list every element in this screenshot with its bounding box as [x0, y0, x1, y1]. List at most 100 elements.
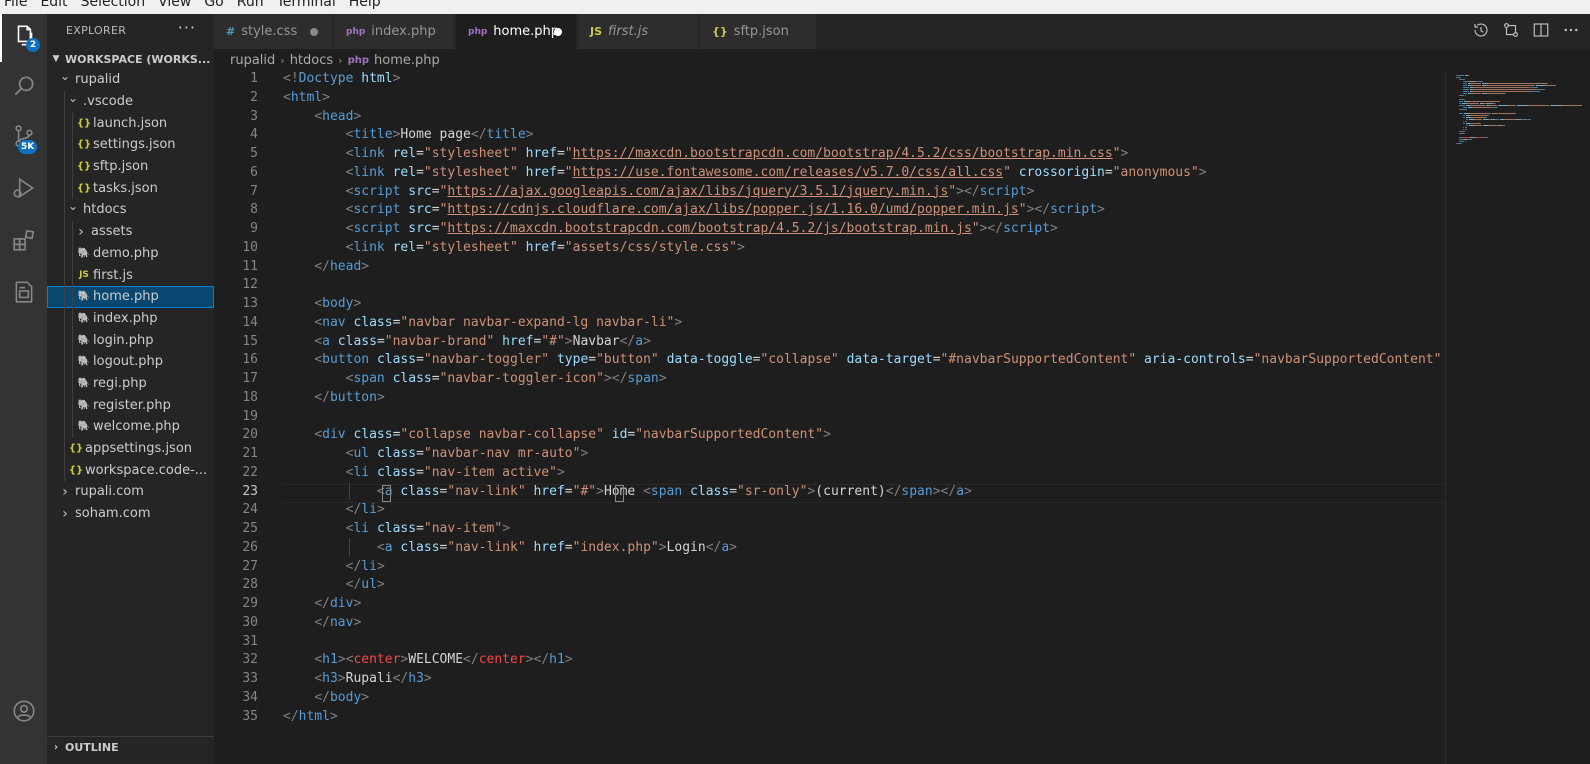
breadcrumb-item[interactable]: htdocs [290, 53, 333, 68]
tree-item[interactable]: {} workspace.code-... [47, 459, 214, 482]
more-actions-icon[interactable]: ··· [178, 18, 196, 37]
unsaved-dot-icon[interactable] [554, 27, 562, 36]
editor-lines[interactable]: 1 <!Doctype html> 2 <html> 3 <head> 4 <title>… [214, 71, 1445, 764]
remote-explorer-activity-button[interactable] [0, 270, 47, 318]
code-line[interactable]: <a class="navbar-brand" href="#">Navbar<… [283, 334, 651, 349]
tree-item[interactable]: › rupali.com [47, 481, 214, 503]
code-line[interactable]: <h1><center>WELCOME</center></h1> [283, 652, 572, 667]
open-changes-icon[interactable] [1502, 21, 1520, 43]
code-token: nav [322, 314, 346, 330]
tree-item[interactable]: 🐘 logout.php [47, 350, 214, 373]
indent-guide [72, 307, 73, 330]
code-token: > [353, 296, 362, 311]
menu-item[interactable]: File [4, 0, 27, 10]
tree-item[interactable]: ⌄ htdocs [47, 199, 214, 221]
code-line[interactable]: <link rel="stylesheet" href="https://use… [283, 165, 1207, 180]
menu-item[interactable]: Help [349, 0, 381, 10]
code-line[interactable]: <link rel="stylesheet" href="assets/css/… [283, 240, 745, 255]
editor-tab[interactable]: # style.css [214, 14, 333, 49]
code-line[interactable]: </li> [283, 502, 385, 517]
tree-item[interactable]: ⌄ rupalid [47, 69, 214, 91]
code-line[interactable]: <div class="collapse navbar-collapse" id… [283, 427, 831, 442]
timeline-icon[interactable] [1472, 21, 1490, 43]
code-token: rel [392, 239, 417, 255]
code-line[interactable]: <button class="navbar-toggler" type="but… [283, 352, 1441, 367]
tree-item[interactable]: 🐘 register.php [47, 394, 214, 416]
tree-item[interactable]: 🐘 home.php [47, 285, 214, 308]
code-line[interactable]: <h3>Rupali</h3> [283, 671, 431, 686]
code-line[interactable]: <ul class="navbar-nav mr-auto"> [283, 446, 589, 461]
code-token: Home page [400, 127, 471, 143]
code-line[interactable]: <nav class="navbar navbar-expand-lg navb… [283, 315, 682, 330]
extensions-activity-button[interactable] [0, 218, 47, 266]
menu-item[interactable]: Selection [81, 0, 146, 10]
menu-item[interactable]: Run [237, 0, 264, 10]
more-actions-icon[interactable] [1562, 21, 1580, 43]
tree-item[interactable]: {} appsettings.json [47, 437, 214, 460]
code-line[interactable]: </head> [283, 259, 369, 274]
minimap[interactable] [1445, 71, 1590, 764]
tree-item[interactable]: {} sftp.json [47, 155, 214, 178]
breadcrumb-item[interactable]: home.php [374, 53, 440, 68]
tree-item[interactable]: 🐘 welcome.php [47, 416, 214, 438]
run-debug-activity-button[interactable] [0, 166, 47, 214]
code-line[interactable]: <!Doctype html> [283, 71, 400, 86]
code-line[interactable]: </button> [283, 390, 384, 405]
code-line[interactable]: <a class="nav-link" href="index.php">Log… [283, 540, 737, 555]
menu-item[interactable]: Terminal [277, 0, 336, 10]
menu-item[interactable]: Go [204, 0, 223, 10]
tree-item[interactable]: 🐘 regi.php [47, 372, 214, 395]
code-line[interactable]: <script src="https://cdnjs.cloudflare.co… [283, 202, 1105, 217]
code-line[interactable]: </body> [283, 690, 369, 705]
code-line[interactable]: <body> [283, 296, 361, 311]
tree-item[interactable]: {} settings.json [47, 134, 214, 156]
code-line[interactable]: <title>Home page</title> [283, 127, 534, 142]
json-file-icon: {} [76, 161, 92, 173]
code-token: = [556, 239, 565, 255]
code-token: span [901, 483, 933, 499]
code-editor[interactable]: 1 <!Doctype html> 2 <html> 3 <head> 4 <title>… [214, 71, 1590, 764]
code-line[interactable]: <span class="navbar-toggler-icon"></span… [283, 371, 667, 386]
tree-item[interactable]: 🐘 demo.php [47, 242, 214, 265]
explorer-activity-button[interactable]: 2 [0, 14, 47, 62]
tree-item[interactable]: › assets [47, 220, 214, 243]
source-control-activity-button[interactable]: 5K [0, 114, 47, 162]
outline-section-header[interactable]: › OUTLINE [47, 736, 214, 758]
code-line[interactable]: </li> [283, 559, 385, 574]
tree-item[interactable]: 🐘 login.php [47, 329, 214, 351]
split-editor-icon[interactable] [1532, 21, 1550, 43]
editor-tab[interactable]: {} sftp.json [700, 14, 817, 49]
tree-item[interactable]: 🐘 index.php [47, 307, 214, 330]
editor-tab[interactable]: php home.php [456, 14, 577, 49]
code-line[interactable]: </html> [283, 709, 338, 724]
tree-item[interactable]: {} launch.json [47, 112, 214, 135]
code-line[interactable]: <li class="nav-item active"> [283, 465, 565, 480]
tree-item[interactable]: ⌄ .vscode [47, 90, 214, 113]
breadcrumb-item[interactable]: rupalid [230, 53, 275, 68]
code-line[interactable]: </div> [283, 596, 361, 611]
code-line[interactable]: <script src="https://ajax.googleapis.com… [283, 184, 1035, 199]
code-line[interactable]: <li class="nav-item"> [283, 521, 510, 536]
code-token: li [353, 464, 370, 480]
editor-tab[interactable]: php index.php [334, 14, 455, 49]
search-activity-button[interactable] [0, 64, 47, 112]
minimap-token [1529, 119, 1531, 121]
code-line[interactable]: </ul> [283, 577, 385, 592]
code-line[interactable]: </nav> [283, 615, 361, 630]
menu-item[interactable]: View [158, 0, 191, 10]
menu-item[interactable]: Edit [40, 0, 67, 10]
unsaved-dot-icon[interactable] [310, 27, 318, 36]
code-line[interactable]: <head> [283, 109, 361, 124]
workspace-header[interactable]: ▼ WORKSPACE (WORKS... [47, 49, 214, 69]
tree-item[interactable]: › soham.com [47, 503, 214, 525]
code-line[interactable]: <link rel="stylesheet" href="https://max… [283, 146, 1129, 161]
tree-item[interactable]: JS first.js [47, 264, 214, 286]
editor-tab[interactable]: JS first.js [578, 14, 699, 49]
code-line[interactable]: <html> [283, 90, 330, 105]
tree-item[interactable]: {} tasks.json [47, 177, 214, 200]
code-line[interactable]: <script src="https://maxcdn.bootstrapcdn… [283, 221, 1058, 236]
account-activity-button[interactable] [0, 689, 47, 737]
code-token: html [298, 708, 330, 724]
